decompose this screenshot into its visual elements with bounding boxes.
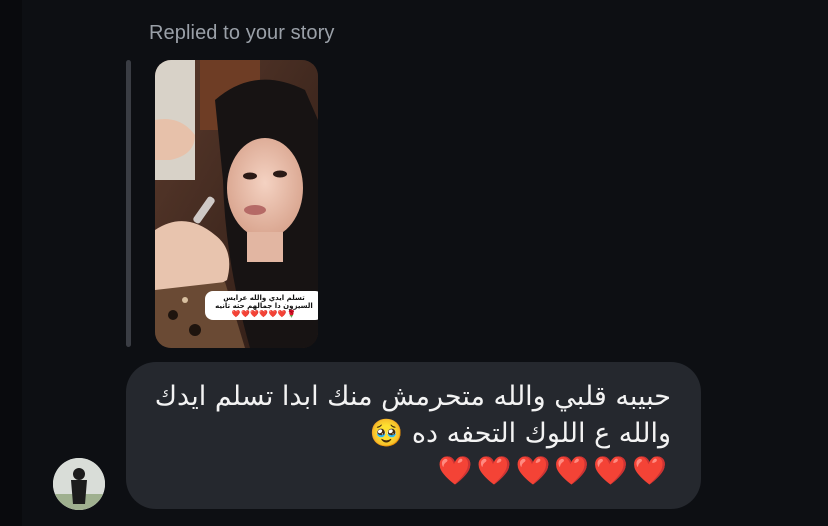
story-caption-line1: تسلم ايدي والله عرايس — [223, 294, 305, 302]
replied-to-story-label: Replied to your story — [149, 22, 335, 44]
left-edge-divider — [0, 0, 22, 526]
message-hearts: ❤️❤️❤️❤️❤️❤️ — [437, 454, 671, 487]
dm-thread-screen: Replied to your story تسلم ايدي والله عر… — [0, 0, 828, 526]
story-caption: تسلم ايدي والله عرايس السيزون دا جمالهم … — [205, 291, 318, 320]
reply-quote-bar — [126, 60, 131, 347]
story-caption-hearts: 🌹❤️❤️❤️❤️❤️❤️ — [231, 310, 297, 318]
message-bubble[interactable]: حبيبه قلبي والله متحرمش منك ابدا تسلم اي… — [126, 362, 701, 509]
story-caption-line2: السيزون دا جمالهم حته تانيه — [215, 302, 313, 310]
message-text: حبيبه قلبي والله متحرمش منك ابدا تسلم اي… — [141, 378, 671, 489]
story-thumbnail[interactable]: تسلم ايدي والله عرايس السيزون دا جمالهم … — [155, 60, 318, 348]
message-line-1: حبيبه قلبي والله متحرمش منك ابدا تسلم اي… — [154, 381, 671, 412]
user-avatar-icon — [53, 458, 105, 510]
sender-avatar[interactable] — [53, 458, 105, 510]
message-line-2: والله ع اللوك التحفه ده 🥹 — [369, 418, 671, 449]
